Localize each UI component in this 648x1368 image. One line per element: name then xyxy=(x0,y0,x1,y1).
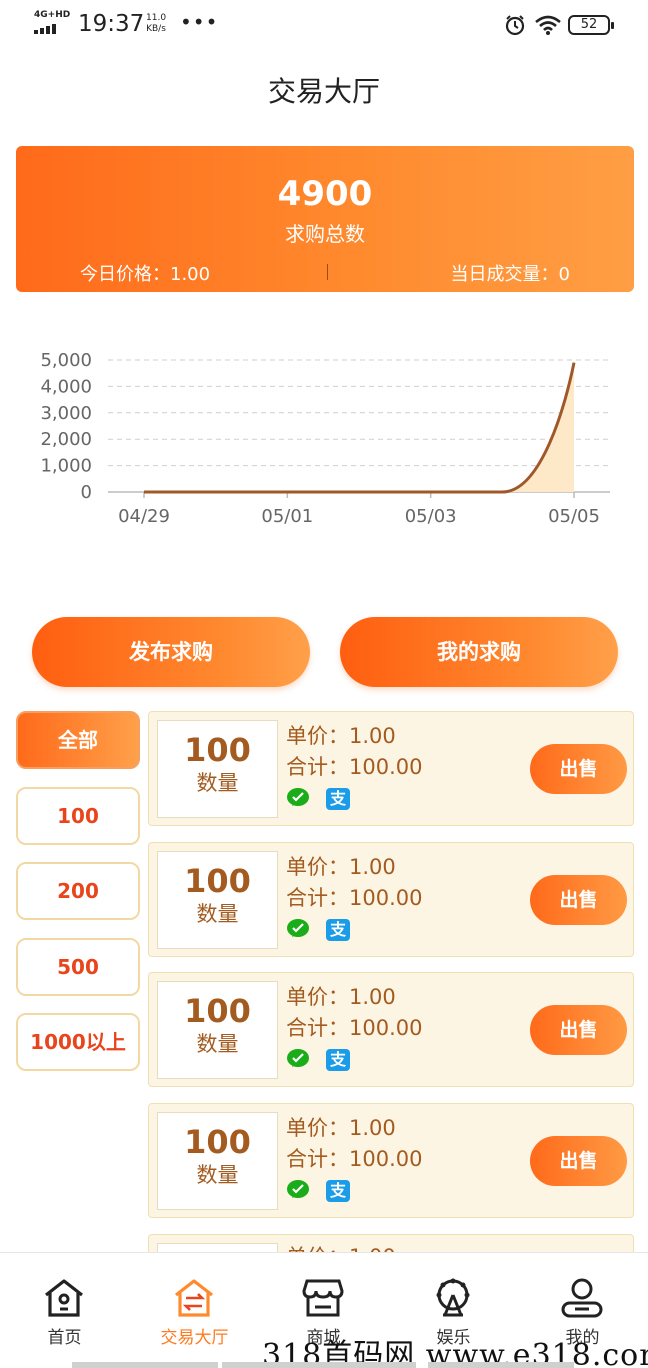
quantity-value: 100 xyxy=(184,1123,251,1161)
total-amount: 合计：100.00 xyxy=(286,1147,423,1171)
y-tick-label: 2,000 xyxy=(40,429,92,450)
y-tick-label: 3,000 xyxy=(40,403,92,424)
total-amount: 合计：100.00 xyxy=(286,886,423,910)
quantity-label: 数量 xyxy=(196,902,239,926)
status-bar: 4G+HD 19:37 11.0 KB/s ••• 52 xyxy=(0,0,648,52)
status-time: 19:37 xyxy=(78,11,145,37)
quantity-label: 数量 xyxy=(196,1032,239,1056)
sell-button[interactable]: 出售 xyxy=(530,744,627,794)
alipay-icon: 支 xyxy=(326,1049,350,1071)
filter-1000-plus[interactable]: 1000以上 xyxy=(16,1013,140,1071)
total-amount: 合计：100.00 xyxy=(286,1016,423,1040)
sell-button[interactable]: 出售 xyxy=(530,1136,627,1186)
x-tick-label: 05/03 xyxy=(405,506,457,527)
price-chart: 5,000 4,000 3,000 2,000 1,000 0 04/29 05/01 05/0… xyxy=(40,350,610,527)
series-area xyxy=(144,362,574,492)
alipay-icon: 支 xyxy=(326,788,350,810)
unit-price: 单价：1.00 xyxy=(286,985,396,1009)
filter-100[interactable]: 100 xyxy=(16,787,140,845)
gesture-bar xyxy=(428,1362,574,1368)
quantity-value: 100 xyxy=(184,731,251,769)
ferris-wheel-icon xyxy=(436,1278,470,1317)
wechat-pay-icon xyxy=(287,788,309,806)
summary-divider xyxy=(327,264,328,280)
wifi-icon xyxy=(535,15,561,35)
today-volume: 当日成交量：0 xyxy=(450,264,570,285)
total-requests-label: 求购总数 xyxy=(285,222,365,246)
y-tick-label: 1,000 xyxy=(40,456,92,477)
total-requests-value: 4900 xyxy=(277,174,373,214)
listing-card: 100 数量 单价：1.00 合计：100.00 支 出售 xyxy=(148,972,634,1087)
publish-request-button[interactable]: 发布求购 xyxy=(32,617,310,687)
profile-icon xyxy=(561,1278,603,1318)
listing-card: 100 数量 单价：1.00 合计：100.00 支 出售 xyxy=(148,842,634,957)
total-amount: 合计：100.00 xyxy=(286,755,423,779)
nav-trading-hall[interactable]: 交易大厅 xyxy=(130,1253,259,1353)
gesture-bar xyxy=(72,1362,218,1368)
filter-all[interactable]: 全部 xyxy=(16,711,140,769)
quantity-box: 100 数量 xyxy=(157,851,278,949)
wechat-pay-icon xyxy=(287,1049,309,1067)
wechat-pay-icon xyxy=(287,919,309,937)
gesture-bar xyxy=(222,1362,416,1368)
nav-trading-hall-label: 交易大厅 xyxy=(160,1328,229,1348)
sell-button[interactable]: 出售 xyxy=(530,875,627,925)
quantity-box: 100 数量 xyxy=(157,1112,278,1210)
battery-icon: 52 xyxy=(568,15,614,35)
quantity-label: 数量 xyxy=(196,1163,239,1187)
page-title: 交易大厅 xyxy=(267,75,380,108)
series-line xyxy=(144,362,576,494)
nav-home-label: 首页 xyxy=(47,1328,82,1348)
unit-price: 单价：1.00 xyxy=(286,724,396,748)
home-icon xyxy=(45,1279,83,1317)
summary-card: 4900 求购总数 今日价格：1.00 当日成交量：0 xyxy=(16,146,634,292)
y-tick-label: 0 xyxy=(81,482,92,503)
unit-price: 单价：1.00 xyxy=(286,1116,396,1140)
sell-button[interactable]: 出售 xyxy=(530,1005,627,1055)
x-tick-label: 05/05 xyxy=(548,506,600,527)
today-price: 今日价格：1.00 xyxy=(80,264,211,285)
signal-icon: 4G+HD xyxy=(34,10,71,36)
quantity-box: 100 数量 xyxy=(157,981,278,1079)
network-speed: 11.0 KB/s xyxy=(146,13,167,34)
alipay-icon: 支 xyxy=(326,1180,350,1202)
exchange-icon xyxy=(175,1279,213,1317)
alipay-icon: 支 xyxy=(326,919,350,941)
unit-price: 单价：1.00 xyxy=(286,855,396,879)
network-type: 4G+HD xyxy=(34,10,71,20)
listing-card: 100 数量 单价：1.00 合计：100.00 支 出售 xyxy=(148,711,634,826)
quantity-label: 数量 xyxy=(196,771,239,795)
filter-500[interactable]: 500 xyxy=(16,938,140,996)
quantity-box: 100 数量 xyxy=(157,720,278,818)
my-requests-button[interactable]: 我的求购 xyxy=(340,617,618,687)
wechat-pay-icon xyxy=(287,1180,309,1198)
more-icon: ••• xyxy=(180,10,219,34)
y-tick-label: 4,000 xyxy=(40,376,92,397)
x-tick-label: 04/29 xyxy=(118,506,170,527)
x-tick-label: 05/01 xyxy=(261,506,313,527)
y-tick-label: 5,000 xyxy=(40,350,92,371)
listing-card: 100 数量 单价：1.00 合计：100.00 支 出售 xyxy=(148,1103,634,1218)
quantity-value: 100 xyxy=(184,862,251,900)
nav-home[interactable]: 首页 xyxy=(0,1253,129,1353)
filter-200[interactable]: 200 xyxy=(16,862,140,920)
store-icon xyxy=(302,1279,344,1317)
alarm-icon xyxy=(505,15,525,36)
quantity-value: 100 xyxy=(184,992,251,1030)
